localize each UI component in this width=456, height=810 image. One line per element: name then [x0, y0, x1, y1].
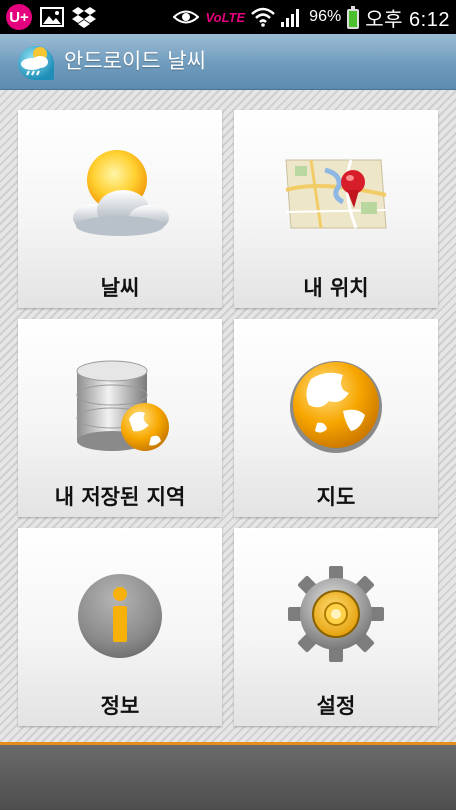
- menu-tile-label: 설정: [316, 694, 356, 718]
- volte-icon: VoLTE: [205, 10, 245, 25]
- smart-stay-eye-icon: [173, 8, 200, 26]
- menu-tile-label: 내 저장된 지역: [54, 485, 186, 509]
- status-right-group: VoLTE 96% 오후 6:12: [173, 4, 450, 31]
- menu-tile-settings[interactable]: 설정: [234, 528, 438, 726]
- main-menu-grid: 날씨 내 위치 내 저장된 지역 지도 정보 설정: [0, 90, 456, 742]
- cell-signal-icon: [281, 7, 303, 27]
- menu-tile-map[interactable]: 지도: [234, 319, 438, 517]
- app-logo-icon[interactable]: [14, 40, 58, 84]
- weather-sun-cloud-icon: [65, 140, 175, 250]
- bottom-bar: [0, 745, 456, 810]
- uplus-carrier-icon: U+: [6, 4, 32, 30]
- menu-tile-saved-regions[interactable]: 내 저장된 지역: [18, 319, 222, 517]
- battery-fill: [349, 11, 358, 27]
- battery-percent: 96%: [309, 8, 342, 25]
- menu-tile-weather[interactable]: 날씨: [18, 110, 222, 308]
- settings-gear-icon: [281, 558, 391, 668]
- battery-icon: [347, 5, 360, 29]
- carrier-badge-text: U+: [9, 8, 29, 26]
- app-header: 안드로이드 날씨: [0, 34, 456, 90]
- wifi-icon: [251, 7, 276, 27]
- menu-tile-label: 지도: [316, 485, 356, 509]
- menu-tile-label: 내 위치: [303, 276, 369, 300]
- info-icon: [65, 558, 175, 668]
- app-title: 안드로이드 날씨: [64, 49, 206, 73]
- status-bar: U+ VoLTE 96% 오후 6:12: [0, 0, 456, 34]
- screen: U+ VoLTE 96% 오후 6:12 안드로이드 날씨 날씨 내 위치 내 …: [0, 0, 456, 810]
- dropbox-notification-icon: [72, 6, 96, 28]
- status-left-group: U+: [6, 4, 96, 30]
- menu-tile-label: 날씨: [100, 276, 140, 300]
- menu-tile-info[interactable]: 정보: [18, 528, 222, 726]
- map-pin-icon: [281, 140, 391, 250]
- gallery-notification-icon: [40, 7, 64, 27]
- database-globe-icon: [65, 349, 175, 459]
- globe-icon: [281, 349, 391, 459]
- menu-tile-my-location[interactable]: 내 위치: [234, 110, 438, 308]
- menu-tile-label: 정보: [100, 694, 140, 718]
- status-clock: 오후 6:12: [365, 8, 450, 31]
- volte-label: VoLTE: [205, 9, 246, 25]
